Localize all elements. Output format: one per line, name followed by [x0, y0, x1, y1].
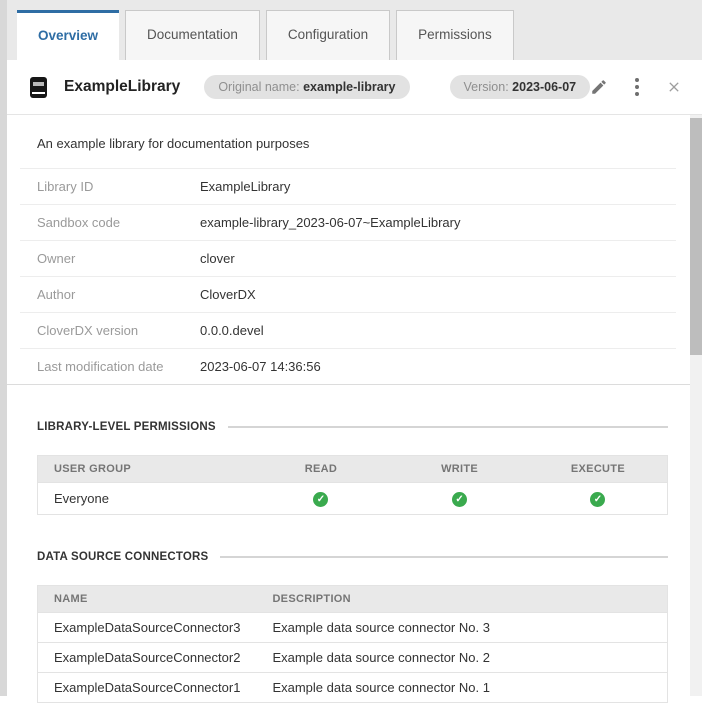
detail-row-sandbox-code: Sandbox code example-library_2023-06-07~…	[20, 204, 676, 240]
original-name-label: Original name:	[218, 80, 300, 94]
scrollbar-thumb[interactable]	[690, 118, 702, 355]
connector-name-cell: ExampleDataSourceConnector2	[37, 642, 257, 673]
connector-description-cell: Example data source connector No. 1	[256, 672, 668, 703]
column-header-name: NAME	[37, 585, 257, 613]
header-actions	[590, 78, 682, 96]
detail-value: CloverDX	[200, 287, 256, 302]
left-edge-strip	[0, 0, 7, 696]
overview-tab-content: An example library for documentation pur…	[0, 115, 702, 703]
kebab-menu-icon	[635, 78, 640, 96]
tab-documentation[interactable]: Documentation	[125, 10, 260, 60]
column-header-read: READ	[251, 455, 391, 483]
tab-configuration[interactable]: Configuration	[265, 10, 391, 60]
connector-row[interactable]: ExampleDataSourceConnector3 Example data…	[37, 612, 668, 643]
detail-value: 0.0.0.devel	[200, 323, 264, 338]
original-name-badge: Original name: example-library	[204, 75, 410, 99]
write-permission-cell	[390, 482, 529, 515]
version-badge: Version: 2023-06-07	[449, 75, 591, 99]
tab-permissions[interactable]: Permissions	[396, 10, 514, 60]
detail-label: Sandbox code	[37, 215, 121, 230]
version-label: Version:	[463, 80, 509, 94]
column-header-execute: EXECUTE	[528, 455, 668, 483]
permissions-section-title: LIBRARY-LEVEL PERMISSIONS	[37, 421, 216, 433]
library-header: ExampleLibrary Original name: example-li…	[0, 60, 702, 115]
detail-row-library-id: Library ID ExampleLibrary	[20, 168, 676, 204]
check-circle-icon	[313, 492, 329, 507]
detail-row-cloverdx-version: CloverDX version 0.0.0.devel	[20, 312, 676, 348]
detail-value: ExampleLibrary	[200, 179, 291, 194]
check-circle-icon	[590, 492, 606, 507]
library-book-icon	[30, 76, 47, 98]
edit-button[interactable]	[590, 78, 608, 96]
detail-value: clover	[200, 251, 235, 266]
tab-overview[interactable]: Overview	[17, 10, 120, 60]
book-icon-stripe	[32, 91, 45, 94]
connector-name-cell: ExampleDataSourceConnector1	[37, 672, 257, 703]
column-header-description: DESCRIPTION	[256, 585, 668, 613]
section-divider	[227, 426, 668, 428]
detail-label: CloverDX version	[37, 323, 139, 338]
permissions-section-head: LIBRARY-LEVEL PERMISSIONS	[37, 421, 668, 433]
connector-description-cell: Example data source connector No. 3	[256, 612, 668, 643]
pencil-icon	[590, 78, 608, 96]
tab-bar: Overview Documentation Configuration Per…	[0, 0, 702, 60]
check-circle-icon	[452, 492, 468, 507]
connectors-table: NAME DESCRIPTION ExampleDataSourceConnec…	[37, 585, 668, 703]
column-header-write: WRITE	[390, 455, 529, 483]
close-button[interactable]	[666, 79, 682, 95]
permissions-table-header-row: USER GROUP READ WRITE EXECUTE	[37, 455, 668, 483]
vertical-scrollbar[interactable]	[690, 115, 702, 696]
column-header-user-group: USER GROUP	[37, 455, 252, 483]
book-icon-stripe	[33, 81, 44, 86]
connector-row[interactable]: ExampleDataSourceConnector1 Example data…	[37, 672, 668, 703]
more-actions-button[interactable]	[635, 78, 640, 96]
detail-row-last-modification: Last modification date 2023-06-07 14:36:…	[20, 348, 676, 384]
execute-permission-cell	[528, 482, 668, 515]
section-divider	[220, 556, 668, 558]
detail-row-author: Author CloverDX	[20, 276, 676, 312]
permissions-table: USER GROUP READ WRITE EXECUTE Everyone	[37, 455, 668, 515]
read-permission-cell	[251, 482, 391, 515]
library-title: ExampleLibrary	[64, 78, 181, 95]
library-details-panel: An example library for documentation pur…	[0, 115, 702, 385]
detail-value: example-library_2023-06-07~ExampleLibrar…	[200, 215, 461, 230]
detail-label: Author	[37, 287, 76, 302]
connectors-table-header-row: NAME DESCRIPTION	[37, 585, 668, 613]
connector-name-cell: ExampleDataSourceConnector3	[37, 612, 257, 643]
connector-description-cell: Example data source connector No. 2	[256, 642, 668, 673]
sections-area: LIBRARY-LEVEL PERMISSIONS USER GROUP REA…	[0, 421, 702, 703]
user-group-cell: Everyone	[37, 482, 252, 515]
original-name-value: example-library	[303, 80, 396, 94]
version-value: 2023-06-07	[512, 80, 577, 94]
detail-row-owner: Owner clover	[20, 240, 676, 276]
permissions-table-row: Everyone	[37, 482, 668, 515]
library-description: An example library for documentation pur…	[37, 136, 310, 151]
connectors-section-title: DATA SOURCE CONNECTORS	[37, 551, 209, 563]
detail-label: Owner	[37, 251, 76, 266]
close-icon	[666, 79, 682, 95]
detail-label: Last modification date	[37, 359, 164, 374]
detail-label: Library ID	[37, 179, 94, 194]
connector-row[interactable]: ExampleDataSourceConnector2 Example data…	[37, 642, 668, 673]
detail-value: 2023-06-07 14:36:56	[200, 359, 321, 374]
connectors-section-head: DATA SOURCE CONNECTORS	[37, 551, 668, 563]
